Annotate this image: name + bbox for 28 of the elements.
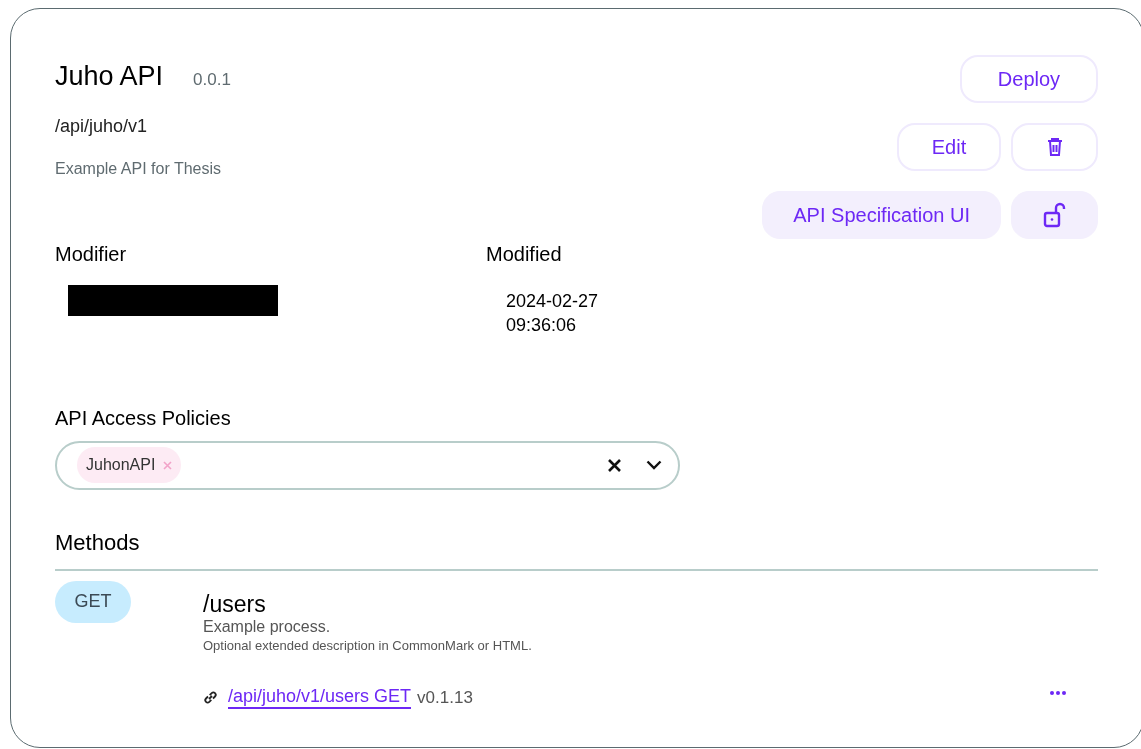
chevron-down-icon[interactable] bbox=[646, 460, 662, 470]
api-title: Juho API bbox=[55, 63, 164, 90]
delete-button[interactable] bbox=[1011, 123, 1098, 171]
endpoint-link[interactable]: /api/juho/v1/users GET bbox=[228, 685, 412, 710]
clear-icon[interactable] bbox=[608, 458, 621, 472]
action-button[interactable]: API Specification UI bbox=[762, 191, 1001, 239]
field-label: Modified bbox=[486, 241, 563, 267]
trash-icon bbox=[1046, 138, 1063, 156]
policy-select[interactable]: JuhonAPI bbox=[55, 440, 680, 490]
method-badge: GET bbox=[55, 580, 131, 623]
method-summary: Example process. bbox=[203, 616, 332, 637]
api-description: Example API for Thesis bbox=[55, 158, 222, 179]
tag-label: JuhonAPI bbox=[86, 455, 156, 475]
more-options-button[interactable] bbox=[1050, 690, 1066, 695]
version-label: 0.0.1 bbox=[193, 69, 231, 91]
link-icon bbox=[203, 689, 218, 705]
field-label: Modifier bbox=[55, 241, 128, 267]
method-path: /users bbox=[203, 590, 267, 617]
endpoint-version: v0.1.13 bbox=[417, 686, 473, 709]
lock-button[interactable] bbox=[1011, 191, 1098, 239]
action-button[interactable]: Deploy bbox=[960, 55, 1098, 103]
section-title: API Access Policies bbox=[55, 405, 232, 431]
action-button[interactable]: Edit bbox=[897, 123, 1001, 171]
unlocked-padlock-icon bbox=[1042, 202, 1067, 228]
section-title: Methods bbox=[55, 525, 1098, 571]
base-path: /api/juho/v1 bbox=[55, 114, 149, 138]
modified-date: 2024-02-27 09:36:06 bbox=[506, 289, 600, 337]
method-description: Optional extended description in CommonMark or HTML. bbox=[203, 636, 532, 655]
